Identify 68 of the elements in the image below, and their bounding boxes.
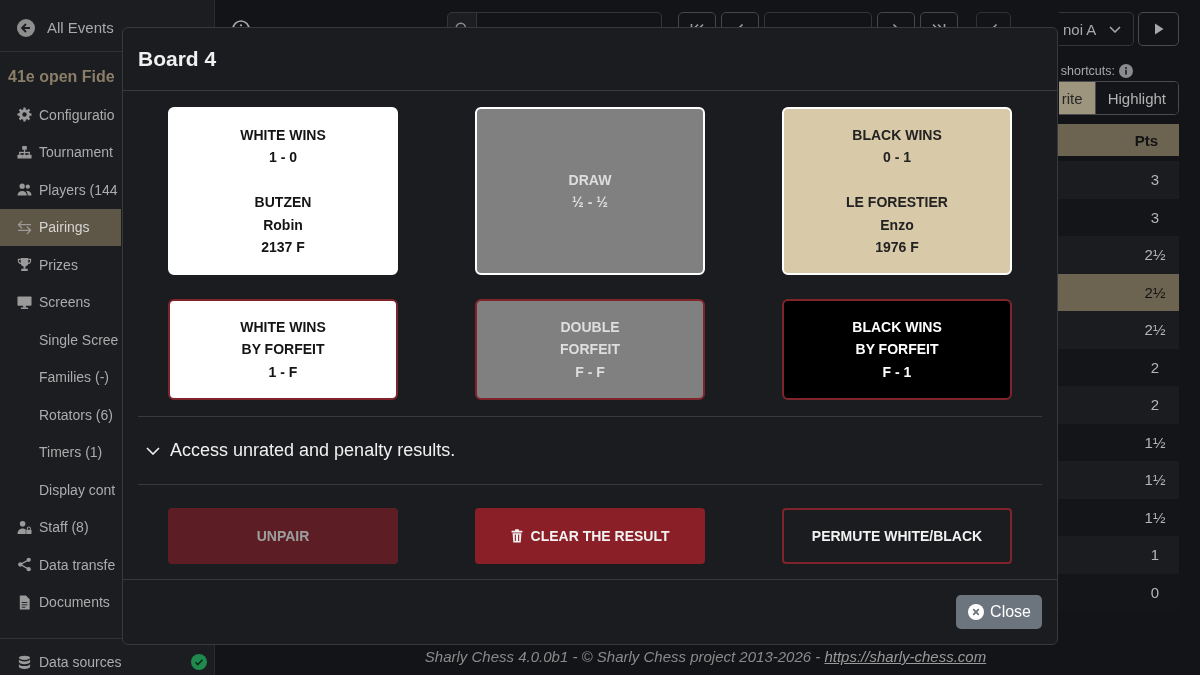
result-button[interactable]: WHITE WINS 1 - 0 BUTZEN Robin 2137 F (168, 107, 398, 275)
table-cell-text: 0 (1149, 583, 1161, 601)
table-cell-text: 2½ (1143, 246, 1167, 264)
person-lock-icon (17, 519, 32, 535)
share-icon (17, 557, 32, 573)
play-button[interactable] (1138, 12, 1179, 46)
table-cell-text: 2½ (1143, 283, 1167, 301)
table-row[interactable]: 2½ (1058, 236, 1179, 274)
nav-subitem[interactable]: Timers (1) (0, 433, 121, 471)
column-header: Pts (1134, 131, 1158, 149)
table-cell-text: 1½ (1143, 471, 1167, 489)
table-row[interactable]: 1½ (1058, 461, 1179, 499)
table-row[interactable]: 2½ (1058, 311, 1179, 349)
nav-item[interactable]: Data sources (0, 654, 122, 670)
table-row[interactable]: 3 (1058, 161, 1179, 199)
nav-subitem[interactable]: Rotators (6) (0, 396, 121, 434)
nav-subitem[interactable]: Families (-) (0, 358, 121, 396)
nav-subitem[interactable]: Display cont (0, 471, 121, 509)
tournament-select[interactable]: noi A (1059, 12, 1134, 46)
result-button[interactable]: BLACK WINS BY FORFEIT F - 1 (782, 299, 1012, 400)
database-icon (17, 654, 32, 670)
result-button[interactable]: WHITE WINS BY FORFEIT 1 - F (168, 299, 398, 400)
permute-button[interactable]: PERMUTE WHITE/BLACK (782, 508, 1012, 564)
nav-item[interactable]: Tournament (0, 133, 121, 171)
nav-item[interactable]: Screens (0, 283, 121, 321)
table-cell-text: 3 (1149, 171, 1161, 189)
back-link[interactable]: All Events (17, 18, 114, 37)
event-title: 41e open Fide (8, 67, 115, 87)
table-row[interactable]: 2 (1058, 386, 1179, 424)
clear-result-button[interactable]: CLEAR THE RESULT (475, 508, 705, 564)
trash-icon (510, 529, 523, 543)
table-cell-text: 1½ (1143, 433, 1167, 451)
play-icon (1153, 23, 1164, 35)
nav-item[interactable]: Staff (8) (0, 508, 121, 546)
footer-text: Sharly Chess 4.0.0b1 - © Sharly Chess project 2013-2026 - https://sharly-chess.com (423, 648, 988, 667)
nav-subitem[interactable]: Single Scree (0, 321, 121, 359)
nav-item[interactable]: Configuratio (0, 96, 121, 134)
table-cell-text: 1 (1149, 546, 1161, 564)
table-cell-text: 1½ (1143, 508, 1167, 526)
gear-icon (17, 107, 32, 123)
document-icon (17, 594, 32, 610)
accordion-toggle[interactable]: Access unrated and penalty results. (138, 417, 1042, 484)
shortcuts-label: shortcuts: (1060, 64, 1115, 78)
dialog-title: Board 4 (138, 47, 217, 71)
chevron-down-icon (146, 446, 160, 455)
table-cell-text: 2½ (1143, 321, 1167, 339)
chevron-down-icon (1109, 25, 1121, 33)
result-button[interactable]: BLACK WINS 0 - 1 LE FORESTIER Enzo 1976 F (782, 107, 1012, 275)
monitor-icon (17, 294, 32, 310)
nav-item[interactable]: Pairings (0, 208, 121, 246)
mode-tab[interactable]: rite (1058, 82, 1095, 114)
nav-item[interactable]: Players (144 (0, 171, 121, 209)
table-cell-text: 3 (1149, 208, 1161, 226)
nav-item[interactable]: Documents (0, 583, 121, 621)
close-icon (968, 604, 985, 620)
table-cell-text: 2 (1149, 396, 1161, 414)
info-icon (1119, 64, 1133, 78)
people-icon (17, 182, 32, 198)
nav-item[interactable]: Prizes (0, 246, 121, 284)
mode-tab[interactable]: Highlight (1094, 82, 1178, 114)
trophy-icon (17, 257, 32, 273)
footer-link[interactable]: https://sharly-chess.com (824, 648, 987, 665)
swap-arrows-icon (17, 219, 32, 235)
table-row[interactable]: 1 (1058, 536, 1179, 574)
nav-item[interactable]: Data transfe (0, 546, 121, 584)
close-button[interactable]: Close (956, 595, 1042, 629)
hierarchy-icon (17, 144, 32, 160)
table-cell-text: 2 (1149, 358, 1161, 376)
